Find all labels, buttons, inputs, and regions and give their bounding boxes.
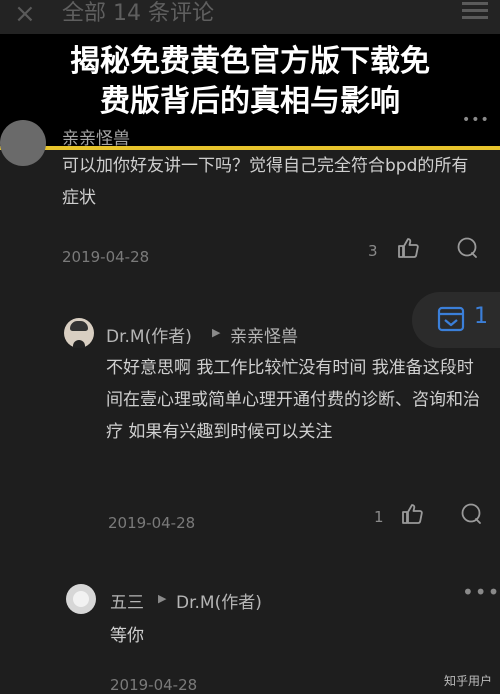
reply-target[interactable]: Dr.M(作者) (176, 588, 262, 613)
comment-text: 等你 (110, 626, 144, 646)
reply-bubble-icon[interactable] (456, 236, 480, 260)
more-icon[interactable]: ••• (462, 580, 500, 604)
like-count: 3 (368, 242, 378, 260)
comment-author[interactable]: 亲亲怪兽 (62, 124, 130, 149)
avatar[interactable] (66, 584, 96, 614)
page-title: 全部 14 条评论 (62, 1, 214, 26)
thumbs-up-icon[interactable] (400, 502, 424, 526)
comment-item: 五三 ▶ Dr.M(作者) ••• 等你 2019-04-28 (0, 570, 500, 694)
comment-text: 不好意思啊 我工作比较忙没有时间 我准备这段时间在壹心理或简单心理开通付费的诊断… (106, 358, 480, 442)
comment-author[interactable]: 五三 (110, 588, 144, 613)
comment-text: 可以加你好友讲一下吗？觉得自己完全符合bpd的所有症状 (62, 156, 469, 208)
avatar[interactable] (0, 120, 46, 166)
close-icon[interactable]: × (14, 0, 36, 28)
comment-item: 亲亲怪兽 可以加你好友讲一下吗？觉得自己完全符合bpd的所有症状 2019-04… (0, 110, 500, 280)
comment-date: 2019-04-28 (108, 514, 196, 532)
reply-bubble-icon[interactable] (460, 502, 484, 526)
thumbs-up-icon[interactable] (396, 236, 420, 260)
comment-item: Dr.M(作者) ▶ 亲亲怪兽 不好意思啊 我工作比较忙没有时间 我准备这段时间… (0, 310, 500, 550)
reply-arrow-icon: ▶ (158, 592, 167, 605)
like-count: 1 (374, 508, 384, 526)
comment-author[interactable]: Dr.M(作者) (106, 322, 192, 347)
watermark: 知乎用户 (443, 674, 492, 688)
more-icon[interactable]: ••• (462, 112, 490, 128)
comment-date: 2019-04-28 (62, 248, 150, 266)
headline-line-1: 揭秘免费黄色官方版下载免 (70, 44, 430, 79)
comment-date: 2019-04-28 (110, 676, 198, 694)
sort-icon[interactable] (462, 2, 488, 20)
avatar[interactable] (64, 318, 94, 348)
reply-arrow-icon: ▶ (212, 326, 221, 339)
reply-target[interactable]: 亲亲怪兽 (230, 322, 298, 347)
